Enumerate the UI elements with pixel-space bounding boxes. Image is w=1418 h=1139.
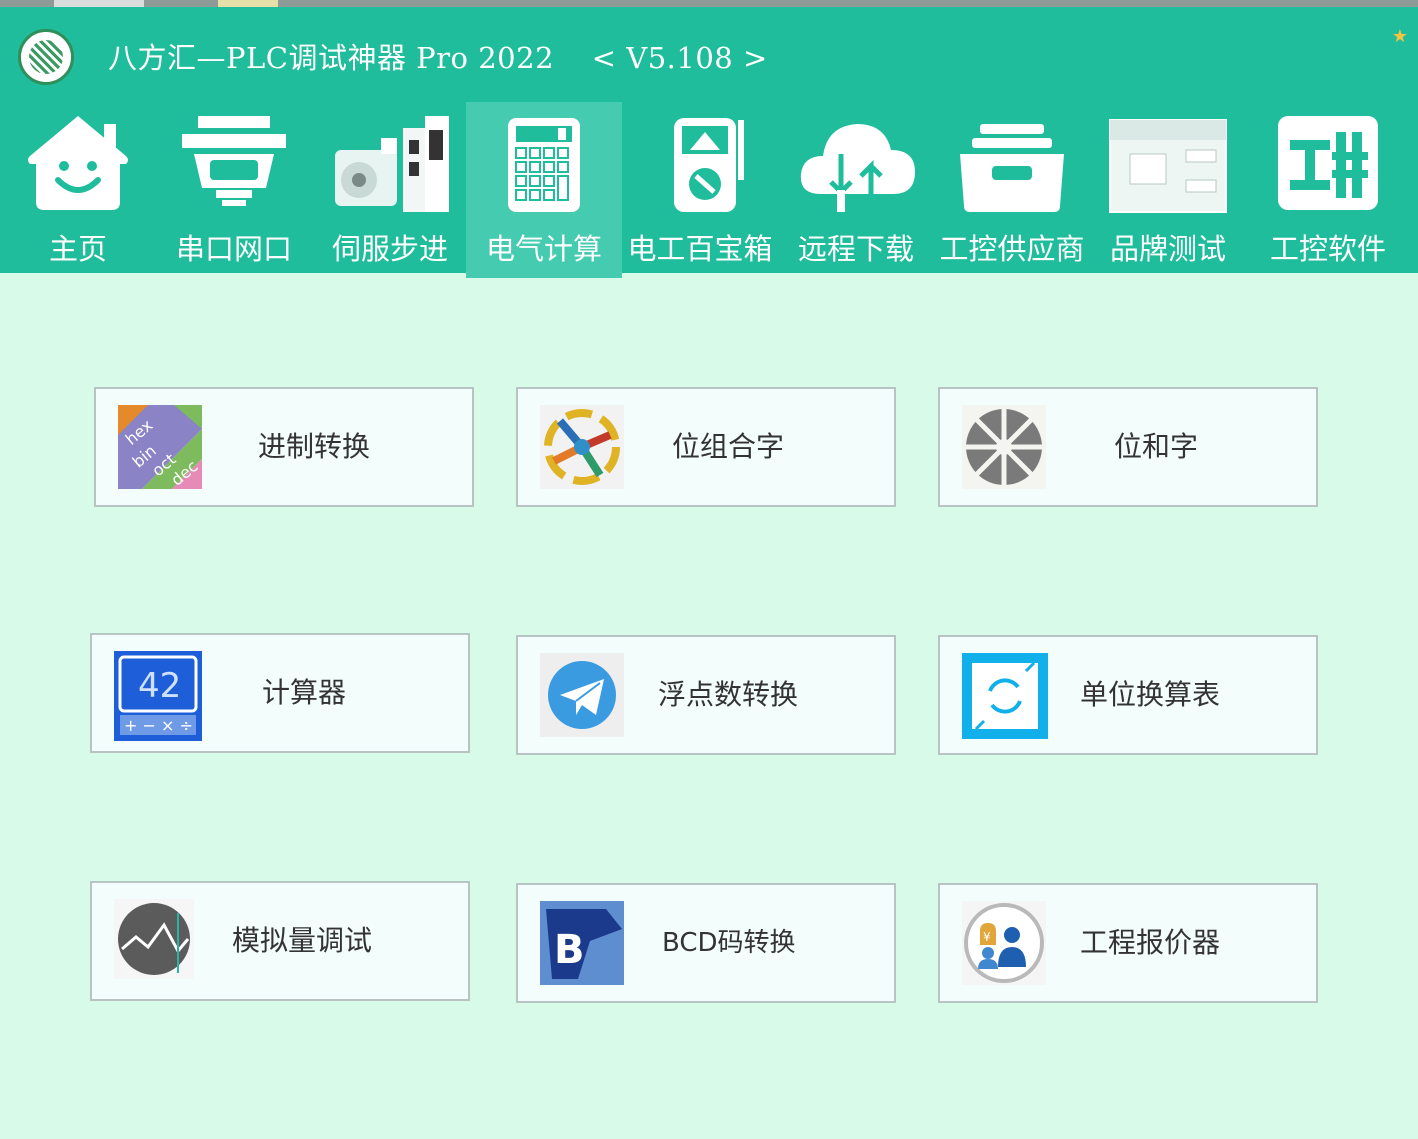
nav-item-serial[interactable]: 串口网口 [156,102,312,278]
tool-label: BCD码转换 [662,928,796,958]
quotation-icon: ¥ [962,901,1048,987]
nav-item-industrial-software[interactable]: 工控软件 [1250,102,1406,278]
tool-label: 工程报价器 [1080,926,1221,959]
cloud-transfer-icon [778,110,934,222]
taskbar-tab [54,0,144,7]
svg-text:+ − × ÷: + − × ÷ [124,716,193,735]
nav-label: 工控供应商 [939,232,1085,266]
nav-item-toolbox[interactable]: 电工百宝箱 [622,102,778,278]
unit-table-icon [962,653,1048,739]
main-nav: 主页 串口网口 伺服步进 电气计算 电工百宝箱 远程下载 工控供应商 品牌测试 … [0,102,1418,278]
serial-port-icon [156,110,312,222]
tool-bcd-convert[interactable]: B BCD码转换 [516,883,896,1003]
app-header: 八方汇—PLC调试神器 Pro 2022 < V5.108 > ★ 主页 串口网… [0,7,1418,278]
tool-quotation[interactable]: ¥ 工程报价器 [938,883,1318,1003]
favorite-star-icon[interactable]: ★ [1390,27,1410,47]
nav-label: 伺服步进 [331,232,448,266]
nav-label: 工控软件 [1269,232,1386,266]
plc-device-icon [1090,110,1246,222]
bit-word-icon [962,405,1048,491]
tool-label: 位组合字 [672,430,785,463]
software-icon [1250,110,1406,222]
tool-analog-debug[interactable]: 模拟量调试 [90,881,470,1001]
nav-label: 电工百宝箱 [627,232,773,266]
calculator-icon [466,110,622,222]
tool-float-convert[interactable]: 浮点数转换 [516,635,896,755]
tool-label: 模拟量调试 [232,924,373,957]
nav-label: 品牌测试 [1109,232,1226,266]
base-conversion-icon: hex bin oct dec [118,405,204,491]
svg-text:42: 42 [138,666,181,706]
nav-label: 主页 [48,232,107,266]
app-version: < V5.108 > [591,41,768,75]
tool-calculator[interactable]: 42 + − × ÷ 计算器 [90,633,470,753]
bcd-convert-icon: B [540,901,626,987]
tool-base-conversion[interactable]: hex bin oct dec 进制转换 [94,387,474,507]
taskbar-tab [218,0,278,7]
tool-label: 进制转换 [258,430,371,463]
home-icon [0,110,156,222]
app-logo [18,29,74,85]
nav-item-home[interactable]: 主页 [0,102,156,278]
tool-label: 位和字 [1114,430,1199,463]
svg-text:B: B [554,927,585,973]
analog-debug-icon [114,899,200,985]
multimeter-icon [622,110,778,222]
window-top-strip [0,0,1418,7]
tool-bit-combine[interactable]: 位组合字 [516,387,896,507]
servo-motor-icon [312,110,468,222]
tool-label: 浮点数转换 [658,678,799,711]
nav-item-electrical-calc[interactable]: 电气计算 [466,102,622,278]
nav-item-suppliers[interactable]: 工控供应商 [934,102,1090,278]
drawer-icon [934,110,1090,222]
tool-label: 计算器 [262,676,347,709]
app-title-text: 八方汇—PLC调试神器 Pro 2022 [108,41,555,75]
calculator-app-icon: 42 + − × ÷ [114,651,202,741]
tool-bit-word[interactable]: 位和字 [938,387,1318,507]
tool-label: 单位换算表 [1080,678,1221,711]
tool-unit-table[interactable]: 单位换算表 [938,635,1318,755]
bit-combine-icon [540,405,626,491]
nav-label: 远程下载 [797,232,914,266]
nav-label: 串口网口 [175,232,292,266]
app-title: 八方汇—PLC调试神器 Pro 2022 < V5.108 > [108,35,768,75]
nav-item-servo[interactable]: 伺服步进 [312,102,468,278]
float-convert-icon [540,653,626,739]
nav-label: 电气计算 [485,232,602,266]
nav-item-brand-test[interactable]: 品牌测试 [1090,102,1246,278]
nav-item-remote-download[interactable]: 远程下载 [778,102,934,278]
svg-text:¥: ¥ [983,930,991,944]
